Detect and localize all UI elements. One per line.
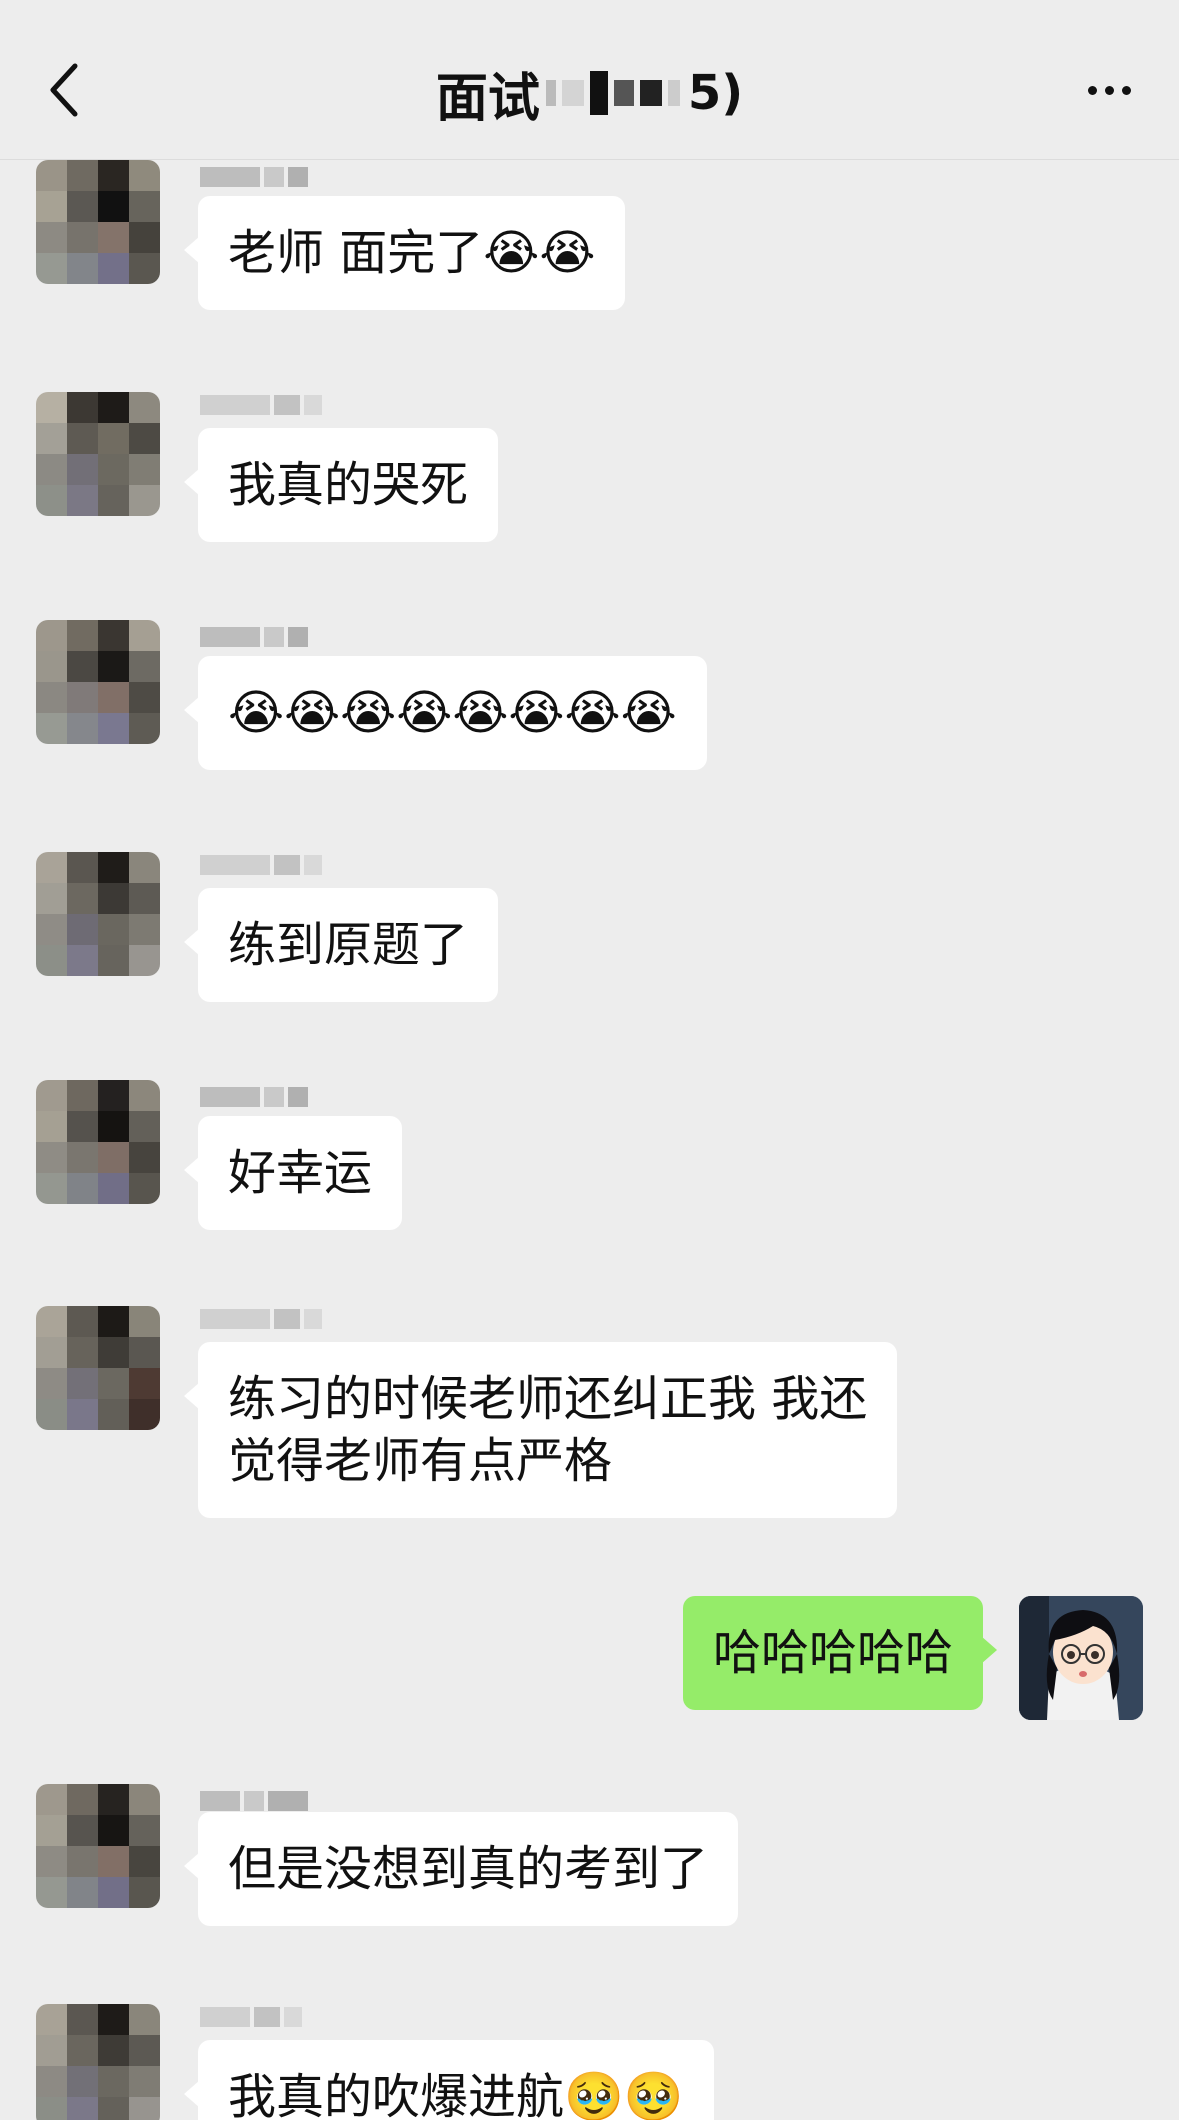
sender-name-redacted [200, 1790, 312, 1812]
chat-title-suffix: 5) [687, 65, 744, 121]
self-avatar[interactable] [1019, 1596, 1143, 1720]
message-bubble[interactable]: 好幸运 [183, 1116, 403, 1230]
avatar[interactable] [36, 392, 160, 516]
title-redacted-blur [545, 68, 686, 118]
chat-title: 面试 5) [0, 58, 1179, 129]
sender-name-redacted [200, 166, 312, 188]
chat-title-text: 面试 [435, 68, 540, 129]
more-dots-icon [1087, 85, 1097, 95]
sender-name-redacted [200, 1086, 312, 1108]
sender-name-redacted [200, 2006, 306, 2028]
message-bubble[interactable]: 练到原题了 [183, 888, 499, 1002]
anime-girl-avatar-icon [1019, 1596, 1143, 1720]
message-bubble-self[interactable]: 哈哈哈哈哈 [682, 1596, 998, 1710]
message-bubble[interactable]: 但是没想到真的考到了 [183, 1812, 739, 1926]
avatar[interactable] [36, 1784, 160, 1908]
avatar[interactable] [36, 620, 160, 744]
avatar[interactable] [36, 1306, 160, 1430]
message-bubble[interactable]: 练习的时候老师还纠正我 我还 觉得老师有点严格 [183, 1342, 898, 1518]
message-bubble[interactable]: 老师 面完了😭😭 [183, 196, 626, 310]
sender-name-redacted [200, 394, 326, 416]
avatar[interactable] [36, 852, 160, 976]
avatar[interactable] [36, 2004, 160, 2120]
message-bubble[interactable]: 我真的吹爆进航🥹🥹 [184, 2040, 714, 2120]
sender-name-redacted [200, 1308, 326, 1330]
message-bubble[interactable]: 😭😭😭😭😭😭😭😭 [184, 656, 707, 770]
avatar[interactable] [36, 1080, 160, 1204]
sender-name-redacted [200, 626, 312, 648]
avatar[interactable] [36, 160, 160, 284]
more-options-button[interactable] [1079, 70, 1139, 110]
chat-screen: 面试 5) 老师 面完了😭😭 我真的哭死 😭😭😭😭😭😭😭😭 练到原题了 好幸运 … [0, 0, 1179, 2120]
message-bubble[interactable]: 我真的哭死 [183, 428, 499, 542]
sender-name-redacted [200, 854, 326, 876]
chat-header: 面试 5) [0, 0, 1179, 160]
